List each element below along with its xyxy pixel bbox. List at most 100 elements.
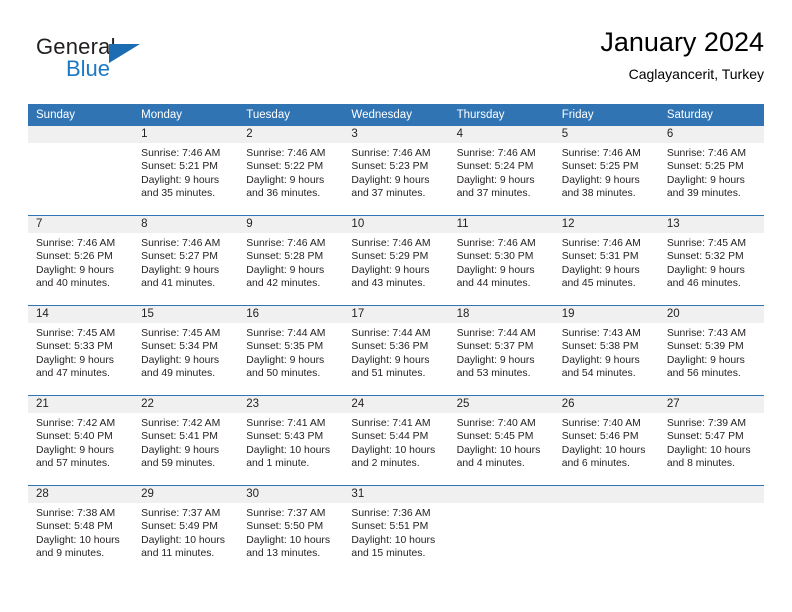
calendar-day-cell[interactable]: 2 Sunrise: 7:46 AM Sunset: 5:22 PM Daylight…	[238, 126, 344, 216]
sunrise-text: Sunrise: 7:46 AM	[561, 238, 641, 249]
calendar-day-cell[interactable]: 19 Sunrise: 7:43 AM Sunset: 5:38 PM Dayligh…	[553, 305, 659, 396]
daylight-text-line2: and 4 minutes.	[456, 457, 525, 469]
day-number: 10	[343, 216, 449, 233]
daylight-text-line2: and 8 minutes.	[666, 457, 736, 469]
day-number: 23	[238, 396, 344, 413]
day-details: Sunrise: 7:44 AM Sunset: 5:37 PM Daylight:…	[449, 323, 554, 380]
day-number: 19	[553, 306, 659, 323]
day-number: 12	[553, 216, 659, 233]
daylight-text-line2: and 59 minutes.	[141, 457, 216, 469]
day-details: Sunrise: 7:46 AM Sunset: 5:29 PM Daylight:…	[343, 233, 448, 290]
daylight-text-line1: Daylight: 9 hours	[246, 174, 325, 186]
sunrise-text: Sunrise: 7:45 AM	[666, 238, 746, 249]
calendar-day-cell[interactable]: 22 Sunrise: 7:42 AM Sunset: 5:41 PM Dayligh…	[133, 395, 239, 486]
calendar-day-cell[interactable]: 23 Sunrise: 7:41 AM Sunset: 5:43 PM Dayligh…	[238, 395, 344, 486]
sunset-text: Sunset: 5:22 PM	[246, 161, 324, 173]
daylight-text-line1: Daylight: 10 hours	[561, 444, 646, 456]
calendar-week-row: 7 Sunrise: 7:46 AM Sunset: 5:26 PM Daylight…	[28, 215, 764, 306]
sunrise-text: Sunrise: 7:45 AM	[141, 328, 221, 339]
calendar-day-cell[interactable]: 27 Sunrise: 7:39 AM Sunset: 5:47 PM Dayligh…	[658, 395, 764, 486]
day-details: Sunrise: 7:44 AM Sunset: 5:35 PM Daylight:…	[238, 323, 343, 380]
calendar-day-cell[interactable]: 4 Sunrise: 7:46 AM Sunset: 5:24 PM Daylight…	[448, 126, 554, 216]
calendar-day-cell[interactable]: 7 Sunrise: 7:46 AM Sunset: 5:26 PM Daylight…	[28, 215, 134, 306]
day-number: 24	[343, 396, 449, 413]
sunrise-text: Sunrise: 7:40 AM	[561, 418, 641, 429]
sunset-text: Sunset: 5:24 PM	[456, 161, 534, 173]
daylight-text-line1: Daylight: 9 hours	[36, 354, 114, 366]
daylight-text-line2: and 47 minutes.	[36, 367, 110, 379]
daylight-text-line1: Daylight: 9 hours	[141, 264, 220, 276]
day-details: Sunrise: 7:46 AM Sunset: 5:24 PM Daylight:…	[449, 143, 554, 200]
calendar-day-cell[interactable]: 28 Sunrise: 7:38 AM Sunset: 5:48 PM Dayligh…	[28, 485, 134, 575]
calendar-day-cell[interactable]: 6 Sunrise: 7:46 AM Sunset: 5:25 PM Daylight…	[658, 126, 764, 216]
sunrise-text: Sunrise: 7:38 AM	[36, 508, 116, 519]
calendar-day-cell[interactable]: 13 Sunrise: 7:45 AM Sunset: 5:32 PM Dayligh…	[658, 215, 764, 306]
day-details: Sunrise: 7:46 AM Sunset: 5:28 PM Daylight:…	[238, 233, 343, 290]
triangle-logo-icon	[109, 44, 140, 63]
daylight-text-line1: Daylight: 9 hours	[561, 264, 640, 276]
daylight-text-line1: Daylight: 9 hours	[351, 354, 430, 366]
day-details: Sunrise: 7:46 AM Sunset: 5:31 PM Daylight:…	[554, 233, 659, 290]
day-details: Sunrise: 7:46 AM Sunset: 5:22 PM Daylight:…	[238, 143, 343, 200]
daylight-text-line1: Daylight: 9 hours	[456, 174, 535, 186]
calendar-day-cell[interactable]: 9 Sunrise: 7:46 AM Sunset: 5:28 PM Daylight…	[238, 215, 344, 306]
daylight-text-line2: and 50 minutes.	[246, 367, 321, 379]
daylight-text-line1: Daylight: 10 hours	[141, 534, 225, 546]
day-number: 1	[133, 126, 239, 143]
calendar-day-cell[interactable]: 21 Sunrise: 7:42 AM Sunset: 5:40 PM Dayligh…	[28, 395, 134, 486]
calendar-day-cell[interactable]: 3 Sunrise: 7:46 AM Sunset: 5:23 PM Daylight…	[343, 126, 449, 216]
daylight-text-line1: Daylight: 9 hours	[141, 444, 220, 456]
sunrise-text: Sunrise: 7:46 AM	[561, 148, 641, 159]
day-number: 22	[133, 396, 239, 413]
sunrise-text: Sunrise: 7:46 AM	[246, 148, 326, 159]
weekday-header-friday: Friday	[553, 104, 659, 126]
calendar-day-cell[interactable]: 12 Sunrise: 7:46 AM Sunset: 5:31 PM Dayligh…	[553, 215, 659, 306]
calendar-day-cell[interactable]: 5 Sunrise: 7:46 AM Sunset: 5:25 PM Daylight…	[553, 126, 659, 216]
sunrise-text: Sunrise: 7:42 AM	[36, 418, 116, 429]
calendar-day-cell[interactable]: 26 Sunrise: 7:40 AM Sunset: 5:46 PM Dayligh…	[553, 395, 659, 486]
sunset-text: Sunset: 5:45 PM	[456, 431, 534, 443]
day-number: 7	[28, 216, 134, 233]
day-number: 11	[448, 216, 554, 233]
sunrise-text: Sunrise: 7:37 AM	[246, 508, 326, 519]
calendar-day-cell[interactable]: 18 Sunrise: 7:44 AM Sunset: 5:37 PM Dayligh…	[448, 305, 554, 396]
calendar-day-cell[interactable]: 10 Sunrise: 7:46 AM Sunset: 5:29 PM Dayligh…	[343, 215, 449, 306]
calendar-day-cell[interactable]: 17 Sunrise: 7:44 AM Sunset: 5:36 PM Dayligh…	[343, 305, 449, 396]
sunset-text: Sunset: 5:21 PM	[141, 161, 218, 173]
day-number: 13	[658, 216, 764, 233]
title-block: January 2024 Caglayancerit, Turkey	[600, 26, 764, 84]
calendar-day-cell[interactable]: 11 Sunrise: 7:46 AM Sunset: 5:30 PM Dayligh…	[448, 215, 554, 306]
day-details: Sunrise: 7:37 AM Sunset: 5:49 PM Daylight:…	[133, 503, 238, 560]
daylight-text-line1: Daylight: 10 hours	[666, 444, 751, 456]
calendar-week-row: 21 Sunrise: 7:42 AM Sunset: 5:40 PM Dayligh…	[28, 395, 764, 486]
calendar-day-cell[interactable]: 24 Sunrise: 7:41 AM Sunset: 5:44 PM Dayligh…	[343, 395, 449, 486]
sunrise-text: Sunrise: 7:46 AM	[456, 238, 536, 249]
calendar-day-cell[interactable]: 31 Sunrise: 7:36 AM Sunset: 5:51 PM Dayligh…	[343, 485, 449, 575]
calendar-day-cell[interactable]: 16 Sunrise: 7:44 AM Sunset: 5:35 PM Dayligh…	[238, 305, 344, 396]
day-number: 16	[238, 306, 344, 323]
daylight-text-line2: and 6 minutes.	[561, 457, 630, 469]
day-number: 21	[28, 396, 134, 413]
calendar-day-cell[interactable]: 20 Sunrise: 7:43 AM Sunset: 5:39 PM Dayligh…	[658, 305, 764, 396]
calendar-day-cell[interactable]: 8 Sunrise: 7:46 AM Sunset: 5:27 PM Daylight…	[133, 215, 239, 306]
page-title: January 2024	[600, 27, 764, 57]
daylight-text-line2: and 42 minutes.	[246, 277, 321, 289]
daylight-text-line1: Daylight: 9 hours	[351, 264, 430, 276]
calendar-day-cell[interactable]: 14 Sunrise: 7:45 AM Sunset: 5:33 PM Dayligh…	[28, 305, 134, 396]
daylight-text-line2: and 57 minutes.	[36, 457, 110, 469]
calendar-day-cell[interactable]: 15 Sunrise: 7:45 AM Sunset: 5:34 PM Dayligh…	[133, 305, 239, 396]
sunrise-text: Sunrise: 7:36 AM	[351, 508, 431, 519]
sunrise-text: Sunrise: 7:46 AM	[246, 238, 326, 249]
day-details: Sunrise: 7:43 AM Sunset: 5:38 PM Daylight:…	[554, 323, 659, 380]
day-details: Sunrise: 7:45 AM Sunset: 5:32 PM Daylight:…	[659, 233, 764, 290]
sunrise-text: Sunrise: 7:44 AM	[246, 328, 326, 339]
calendar-day-cell[interactable]: 25 Sunrise: 7:40 AM Sunset: 5:45 PM Dayligh…	[448, 395, 554, 486]
calendar-day-cell[interactable]: 1 Sunrise: 7:46 AM Sunset: 5:21 PM Daylight…	[133, 126, 239, 216]
calendar-week-row: 28 Sunrise: 7:38 AM Sunset: 5:48 PM Dayligh…	[28, 485, 764, 575]
sunrise-text: Sunrise: 7:46 AM	[36, 238, 116, 249]
brand-logo[interactable]: General Blue	[36, 34, 246, 86]
calendar-day-cell[interactable]: 29 Sunrise: 7:37 AM Sunset: 5:49 PM Dayligh…	[133, 485, 239, 575]
calendar-day-cell[interactable]: 30 Sunrise: 7:37 AM Sunset: 5:50 PM Dayligh…	[238, 485, 344, 575]
day-details: Sunrise: 7:46 AM Sunset: 5:25 PM Daylight:…	[554, 143, 659, 200]
sunrise-text: Sunrise: 7:46 AM	[456, 148, 536, 159]
